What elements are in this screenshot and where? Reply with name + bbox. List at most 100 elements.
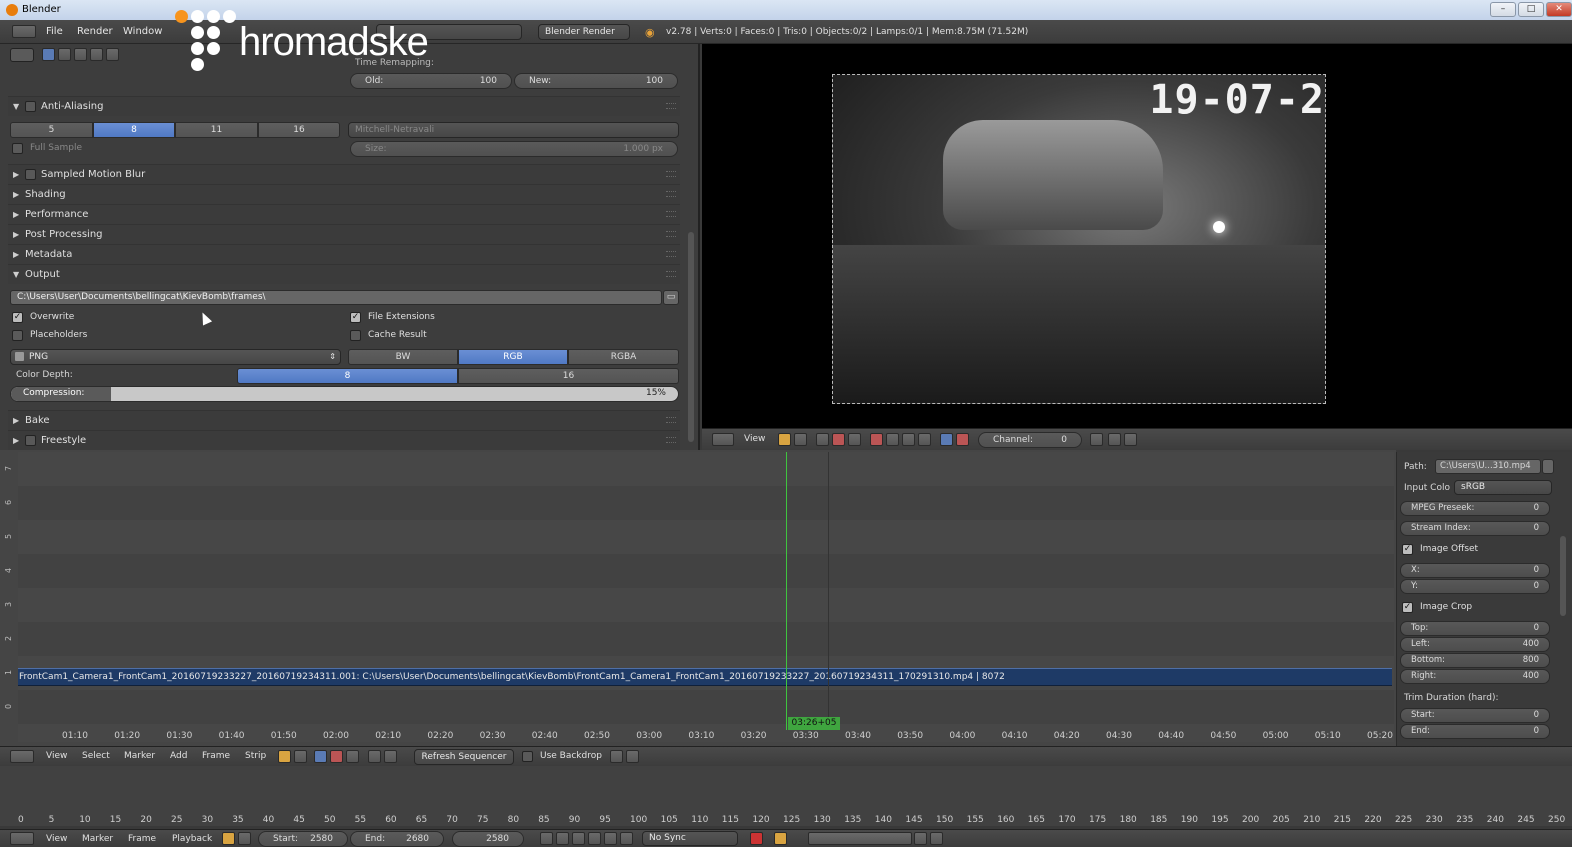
- mpeg-preseek-field[interactable]: MPEG Preseek: 0: [1400, 501, 1550, 516]
- time-remap-new-field[interactable]: New: 100: [514, 73, 678, 89]
- freestyle-checkbox[interactable]: [25, 435, 36, 446]
- aa-sample-5[interactable]: 5: [10, 122, 93, 138]
- output-panel-header[interactable]: ▼ Output: [8, 264, 680, 284]
- editor-type-icon[interactable]: [10, 832, 34, 845]
- view-type-icon[interactable]: [222, 832, 235, 845]
- sampled-motion-blur-panel-header[interactable]: ▶ Sampled Motion Blur: [8, 164, 680, 184]
- render-icon[interactable]: [610, 750, 623, 763]
- menu-window[interactable]: Window: [123, 26, 162, 37]
- playhead[interactable]: [786, 452, 787, 730]
- properties-context-tabs[interactable]: [42, 48, 124, 62]
- color-mode-bw[interactable]: BW: [348, 349, 458, 365]
- input-color-select[interactable]: sRGB: [1454, 480, 1552, 495]
- menu-marker[interactable]: Marker: [82, 834, 113, 844]
- menu-frame[interactable]: Frame: [128, 834, 156, 844]
- image-crop-checkbox[interactable]: ✓: [1402, 602, 1413, 613]
- color-depth-8[interactable]: 8: [237, 368, 458, 384]
- maximize-button[interactable]: □: [1518, 2, 1544, 17]
- grid-icon[interactable]: [848, 433, 861, 446]
- anti-aliasing-checkbox[interactable]: [25, 101, 36, 112]
- anti-aliasing-panel-header[interactable]: ▼ Anti-Aliasing: [8, 96, 680, 116]
- drag-grip-icon[interactable]: [666, 271, 676, 277]
- delete-keyframe-icon[interactable]: [930, 832, 943, 845]
- record-icon[interactable]: [750, 832, 763, 845]
- timeline-frame-ruler[interactable]: 0 5 10 15 20 25 30 35 40 45 50 55 60 65 70 75 80 85 90 95 10…: [0, 814, 1572, 826]
- performance-panel-header[interactable]: ▶ Performance: [8, 204, 680, 224]
- overwrite-checkbox[interactable]: ✓: [12, 312, 23, 323]
- offset-x-field[interactable]: X: 0: [1400, 563, 1550, 578]
- display-mode-icon[interactable]: [778, 433, 791, 446]
- render-engine-select[interactable]: Blender Render: [538, 24, 630, 40]
- aa-filter-select[interactable]: Mitchell-Netravali: [348, 122, 679, 138]
- menu-marker[interactable]: Marker: [124, 751, 155, 761]
- current-frame-field[interactable]: 2580: [452, 831, 524, 847]
- end-frame-field[interactable]: End: 2680: [350, 831, 444, 847]
- color-mode-rgba[interactable]: RGBA: [568, 349, 679, 365]
- crop-top-field[interactable]: Top: 0: [1400, 621, 1550, 636]
- jump-end-icon[interactable]: [620, 832, 633, 845]
- compression-slider[interactable]: Compression: 15%: [10, 386, 679, 402]
- safe-areas-icon[interactable]: [886, 433, 899, 446]
- output-path-input[interactable]: C:\Users\User\Documents\bellingcat\KievB…: [10, 290, 662, 305]
- jump-start-icon[interactable]: [540, 832, 553, 845]
- aa-sample-8[interactable]: 8: [93, 122, 175, 138]
- shading-panel-header[interactable]: ▶ Shading: [8, 184, 680, 204]
- properties-scrollbar[interactable]: [688, 232, 694, 442]
- movie-strip[interactable]: FrontCam1_Camera1_FrontCam1_201607192332…: [18, 668, 1392, 686]
- texture-tab-icon[interactable]: [106, 48, 119, 61]
- menu-add[interactable]: Add: [170, 751, 187, 761]
- color-depth-16[interactable]: 16: [458, 368, 679, 384]
- menu-file[interactable]: File: [46, 26, 63, 37]
- preview-view-icon[interactable]: [330, 750, 343, 763]
- overlay-icon[interactable]: [368, 750, 381, 763]
- drag-grip-icon[interactable]: [666, 417, 676, 423]
- full-sample-checkbox[interactable]: [12, 143, 23, 154]
- file-format-select[interactable]: PNG ⇕: [10, 349, 341, 365]
- use-backdrop-checkbox[interactable]: [522, 751, 533, 762]
- animation-icon[interactable]: [1124, 433, 1137, 446]
- trim-start-field[interactable]: Start: 0: [1400, 708, 1550, 723]
- bake-panel-header[interactable]: ▶ Bake: [8, 410, 680, 430]
- editor-type-icon[interactable]: [12, 25, 36, 38]
- channel-alpha-icon[interactable]: [870, 433, 883, 446]
- folder-browse-icon[interactable]: ▭: [663, 290, 679, 305]
- menu-render[interactable]: Render: [77, 26, 113, 37]
- view-type-icon[interactable]: [816, 433, 829, 446]
- render-icon[interactable]: [1108, 433, 1121, 446]
- menu-view[interactable]: View: [744, 434, 765, 444]
- post-processing-panel-header[interactable]: ▶ Post Processing: [8, 224, 680, 244]
- play-icon[interactable]: [588, 832, 601, 845]
- sync-mode-select[interactable]: No Sync: [642, 831, 738, 846]
- layers-tab-icon[interactable]: [58, 48, 71, 61]
- menu-frame[interactable]: Frame: [202, 751, 230, 761]
- drag-grip-icon[interactable]: [666, 191, 676, 197]
- menu-playback[interactable]: Playback: [172, 834, 212, 844]
- drag-grip-icon[interactable]: [666, 171, 676, 177]
- editor-type-icon[interactable]: [10, 750, 34, 763]
- snap-icon[interactable]: [384, 750, 397, 763]
- menu-strip[interactable]: Strip: [245, 751, 266, 761]
- strip-path-input[interactable]: C:\Users\U...310.mp4: [1435, 459, 1541, 474]
- sequencer-time-ruler[interactable]: 01:10 01:20 01:30 01:40 01:50 02:00 02:10 02:20…: [18, 730, 1393, 744]
- channel-field[interactable]: Channel: 0: [978, 432, 1082, 448]
- motion-blur-checkbox[interactable]: [25, 169, 36, 180]
- start-frame-field[interactable]: Start: 2580: [258, 831, 348, 847]
- properties-editor-type-icon[interactable]: [10, 48, 34, 62]
- overlay-icon[interactable]: [902, 433, 915, 446]
- file-extensions-checkbox[interactable]: ✓: [350, 312, 361, 323]
- combined-view-icon[interactable]: [346, 750, 359, 763]
- drag-grip-icon[interactable]: [666, 251, 676, 257]
- drag-grip-icon[interactable]: [666, 211, 676, 217]
- menu-view[interactable]: View: [46, 834, 67, 844]
- lock-icon[interactable]: [794, 433, 807, 446]
- aa-sample-11[interactable]: 11: [175, 122, 258, 138]
- time-remap-old-field[interactable]: Old: 100: [350, 73, 512, 89]
- keying-set-select[interactable]: [808, 832, 912, 845]
- metadata-panel-header[interactable]: ▶ Metadata: [8, 244, 680, 264]
- sequencer-channels[interactable]: [18, 452, 1394, 742]
- render-tab-icon[interactable]: [42, 48, 55, 61]
- scene-tab-icon[interactable]: [74, 48, 87, 61]
- offset-y-field[interactable]: Y: 0: [1400, 579, 1550, 594]
- close-button[interactable]: ✕: [1546, 2, 1572, 17]
- folder-browse-icon[interactable]: [1542, 459, 1554, 474]
